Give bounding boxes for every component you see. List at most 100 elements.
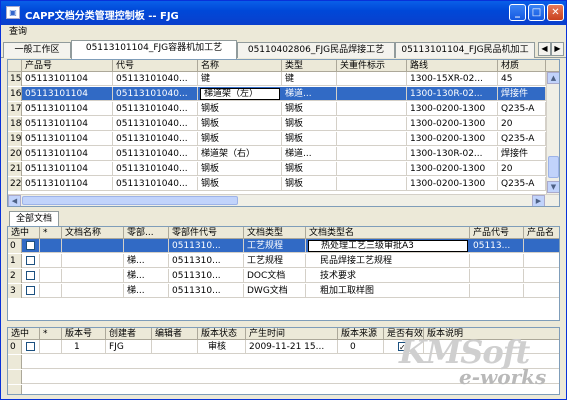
cell-type: 钢板	[282, 162, 337, 176]
cell-mark	[337, 72, 407, 86]
cell-material: 20	[498, 117, 546, 131]
cell-part	[124, 239, 169, 253]
cell-source: 0	[338, 340, 384, 354]
col-header-part[interactable]: 零部...	[124, 227, 169, 239]
table-row[interactable]: 19 05113101104 05113101040... 钢板 钢板 1300-0200…	[8, 132, 546, 146]
col-header-select[interactable]: 选中	[8, 328, 40, 340]
scroll-down-icon[interactable]: ▼	[547, 181, 559, 193]
cell-mark	[337, 162, 407, 176]
col-header-product-name[interactable]: 产品名	[524, 227, 559, 239]
table-row[interactable]: 0 0511310... 工艺规程 热处理工艺三级审批A3 05113...	[8, 239, 559, 253]
row-number: 0	[8, 239, 22, 253]
cell-route: 1300-130R-02...	[407, 147, 498, 161]
col-header-source[interactable]: 版本来源	[338, 328, 384, 340]
select-checkbox[interactable]	[26, 342, 35, 351]
cell-code: 05113101040...	[113, 147, 198, 161]
close-button[interactable]: ✕	[547, 4, 564, 21]
row-number-header	[8, 60, 22, 72]
tab-container-machining[interactable]: 05113101104_FJG容器机加工艺	[71, 40, 237, 59]
cell-creator: FJG	[106, 340, 152, 354]
tab-scroll-right-icon[interactable]: ▶	[551, 42, 564, 56]
minimize-button[interactable]: _	[509, 4, 526, 21]
col-header-version[interactable]: 版本号	[62, 328, 106, 340]
part-grid: 产品号 代号 名称 类型 关重件标示 路线 材质 15 05113101104 05…	[7, 59, 560, 207]
col-header-code[interactable]: 代号	[113, 60, 198, 72]
table-row[interactable]: 15 05113101104 05113101040... 键键 1300-15XR-0…	[8, 72, 546, 86]
cell-star	[40, 239, 62, 253]
scroll-right-icon[interactable]: ▶	[532, 195, 545, 206]
cell-doc-type: 工艺规程	[244, 239, 306, 253]
maximize-button[interactable]: □	[528, 4, 545, 21]
scroll-thumb[interactable]	[548, 156, 559, 178]
col-header-doc-name[interactable]: 文档名称	[62, 227, 124, 239]
scroll-up-icon[interactable]: ▲	[547, 72, 559, 84]
cell-type-name: 技术要求	[306, 269, 470, 283]
col-header-name[interactable]: 名称	[198, 60, 282, 72]
col-header-type[interactable]: 类型	[282, 60, 337, 72]
select-checkbox[interactable]	[26, 241, 35, 250]
part-grid-vscroll[interactable]: ▲ ▼	[546, 72, 559, 194]
cell-mark	[337, 147, 407, 161]
col-header-editor[interactable]: 编辑者	[152, 328, 198, 340]
col-header-key-mark[interactable]: 关重件标示	[337, 60, 407, 72]
row-number: 1	[8, 254, 22, 268]
col-header-creator[interactable]: 创建者	[106, 328, 152, 340]
table-row[interactable]: 20 05113101104 05113101040... 梯道架（右） 梯道... 13…	[8, 147, 546, 161]
cell-product-name	[524, 284, 559, 298]
col-header-select[interactable]: 选中	[8, 227, 40, 239]
tab-all-docs[interactable]: 全部文档	[9, 211, 60, 226]
col-header-time[interactable]: 产生时间	[246, 328, 338, 340]
col-header-part-code[interactable]: 零部件代号	[169, 227, 244, 239]
tab-scroll-left-icon[interactable]: ◀	[538, 42, 551, 56]
col-header-star[interactable]: *	[40, 227, 62, 239]
table-row[interactable]: 18 05113101104 05113101040... 钢板 钢板 1300-0200…	[8, 117, 546, 131]
col-header-star[interactable]: *	[40, 328, 62, 340]
scroll-left-icon[interactable]: ◀	[8, 195, 21, 206]
doc-grid-header: 选中 * 文档名称 零部... 零部件代号 文档类型 文档类型名 产品代号 产品…	[8, 227, 559, 239]
col-header-product[interactable]: 产品号	[22, 60, 113, 72]
row-number: 19	[8, 132, 22, 146]
title-bar[interactable]: ▣ CAPP文档分类管理控制板 -- FJG _ □ ✕	[1, 1, 566, 25]
col-header-status[interactable]: 版本状态	[198, 328, 246, 340]
col-header-product-code[interactable]: 产品代号	[470, 227, 524, 239]
cell-material: 20	[498, 162, 546, 176]
tab-civil-welding[interactable]: 05110402806_FJG民品焊接工艺	[237, 42, 395, 58]
cell-name: 梯道架（右）	[198, 147, 282, 161]
cell-product: 05113101104	[22, 177, 113, 191]
select-checkbox[interactable]	[26, 271, 35, 280]
select-cell	[22, 254, 40, 268]
select-checkbox[interactable]	[26, 286, 35, 295]
part-grid-hscroll[interactable]: ◀ ▶	[8, 194, 559, 206]
table-row[interactable]: 17 05113101104 05113101040... 钢板 钢板 1300-0200…	[8, 102, 546, 116]
menu-item-query[interactable]: 查询	[9, 27, 27, 37]
col-header-doc-type-name[interactable]: 文档类型名	[306, 227, 470, 239]
cell-name: 钢板	[198, 117, 282, 131]
cell-name: 钢板	[198, 132, 282, 146]
tab-general-workspace[interactable]: 一般工作区	[3, 42, 71, 58]
hscroll-thumb[interactable]	[22, 196, 238, 205]
table-row[interactable]: 22 05113101104 05113101040... 钢板 钢板 1300-0200…	[8, 177, 546, 191]
table-row[interactable]: 3 梯... 0511310... DWG文档 粗加工取样图	[8, 284, 559, 298]
cell-prod-code	[470, 269, 524, 283]
cell-name: 钢板	[198, 177, 282, 191]
cell-type: 钢板	[282, 132, 337, 146]
cell-code: 05113101040...	[113, 102, 198, 116]
cell-part: 梯...	[124, 269, 169, 283]
product-tabs: 一般工作区 05113101104_FJG容器机加工艺 05110402806_…	[1, 40, 566, 59]
table-row[interactable]: 1 梯... 0511310... 工艺规程 民品焊接工艺规程	[8, 254, 559, 268]
table-row[interactable]: 21 05113101104 05113101040... 钢板 钢板 1300-0200…	[8, 162, 546, 176]
cell-code: 05113101040...	[113, 117, 198, 131]
cell-editor[interactable]: 热处理工艺三级审批A3	[308, 240, 468, 252]
select-checkbox[interactable]	[26, 256, 35, 265]
tab-civil-machining[interactable]: 05113101104_FJG民品机加工	[395, 42, 535, 58]
row-number: 15	[8, 72, 22, 86]
table-row[interactable]: 2 梯... 0511310... DOC文档 技术要求	[8, 269, 559, 283]
cell-material: 45	[498, 72, 546, 86]
col-header-route[interactable]: 路线	[407, 60, 498, 72]
cell-editor[interactable]: 梯道架（左）	[200, 88, 280, 100]
cell-material: Q235-A	[498, 132, 546, 146]
table-row[interactable]: 16 05113101104 05113101040... 梯道架（左） 梯道... 13…	[8, 87, 546, 101]
cell-mark	[337, 132, 407, 146]
col-header-material[interactable]: 材质	[498, 60, 546, 72]
col-header-doc-type[interactable]: 文档类型	[244, 227, 306, 239]
